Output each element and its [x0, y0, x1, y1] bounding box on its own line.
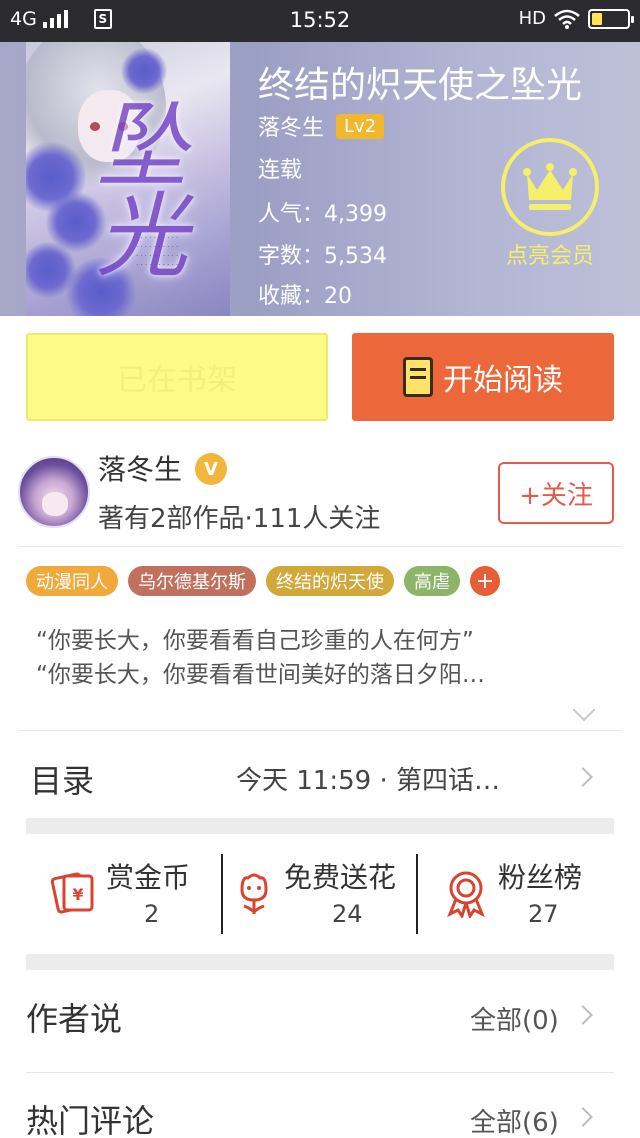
chevron-right-icon [573, 1107, 593, 1127]
divider [26, 1072, 614, 1073]
catalog-label: 目录 [30, 762, 95, 800]
summary-line: “你要长大，你要看看自己珍重的人在何方” [36, 628, 474, 654]
chevron-right-icon [573, 767, 593, 787]
book-icon [403, 357, 433, 397]
section-separator [26, 954, 614, 970]
free-flowers-button[interactable]: 免费送花 24 [224, 854, 416, 934]
verified-badge-icon: V [195, 453, 227, 485]
book-status: 连载 [258, 158, 303, 183]
book-author[interactable]: 落冬生 [258, 110, 324, 142]
author-name[interactable]: 落冬生 [98, 448, 182, 488]
fan-ranking-button[interactable]: 粉丝榜 27 [420, 854, 614, 934]
tag-item[interactable]: 高虐 [404, 566, 460, 596]
wifi-icon [554, 9, 580, 29]
status-bar: 4G S 15:52 HD [0, 0, 640, 42]
hot-comments-all-link[interactable]: 全部(6) [470, 1102, 559, 1138]
author-says-all-link[interactable]: 全部(0) [470, 1000, 559, 1037]
svg-text:¥: ¥ [72, 885, 83, 904]
hot-comments-label: 热门评论 [26, 1102, 155, 1138]
author-stats: 著有2部作品·111人关注 [98, 504, 381, 534]
author-avatar[interactable] [18, 456, 90, 528]
author-says-label: 作者说 [26, 1000, 123, 1038]
book-summary[interactable]: “你要长大，你要看看自己珍重的人在何方” “你要长大，你要看看世间美好的落日夕阳… [36, 624, 616, 692]
fan-ranking-label: 粉丝榜 [498, 861, 583, 894]
book-title: 终结的炽天使之坠光 [258, 65, 583, 106]
free-flowers-label: 免费送花 [284, 861, 397, 894]
start-reading-button[interactable]: 开始阅读 [352, 333, 614, 421]
reward-coins-value: 2 [144, 900, 160, 928]
tag-item[interactable]: 动漫同人 [26, 566, 118, 596]
tag-list: 动漫同人 乌尔德基尔斯 终结的炽天使 高虐 + [26, 566, 500, 596]
reward-coins-label: 赏金币 [106, 861, 191, 894]
book-favorites: 收藏：20 [258, 284, 353, 309]
red-envelope-icon: ¥ [50, 872, 94, 914]
book-author-row: 落冬生 Lv2 [258, 110, 385, 142]
tag-item[interactable]: 乌尔德基尔斯 [128, 566, 256, 596]
book-cover[interactable]: 坠光 · · · · · · · · · · · · · · · · · · · … [26, 42, 230, 316]
hd-indicator: HD [518, 8, 546, 29]
divider [18, 730, 622, 731]
book-popularity: 人气：4,399 [258, 202, 388, 227]
author-says-row[interactable]: 作者说 全部(0) [0, 972, 640, 1068]
flower-icon [240, 873, 268, 914]
divider [18, 546, 622, 547]
book-header: 坠光 · · · · · · · · · · · · · · · · · · · … [0, 42, 640, 316]
hot-comments-row[interactable]: 热门评论 全部(6) [0, 1080, 640, 1138]
fan-ranking-value: 27 [528, 900, 559, 928]
expand-chevron-icon[interactable] [572, 698, 596, 722]
crown-icon [501, 138, 599, 236]
catalog-row[interactable]: 目录 今天 11:59 · 第四话… [0, 732, 640, 816]
vip-label: 点亮会员 [505, 244, 594, 269]
in-bookshelf-button[interactable]: 已在书架 [26, 333, 328, 421]
free-flowers-value: 24 [332, 900, 363, 928]
cover-small-print: · · · · · · · · · · · · · · · · · · · · · … [136, 234, 179, 269]
stat-divider [221, 854, 223, 934]
more-tags-button[interactable]: + [470, 566, 500, 596]
vip-button[interactable]: 点亮会员 [498, 138, 602, 270]
chevron-right-icon [573, 1005, 593, 1025]
level-badge: Lv2 [336, 113, 385, 139]
follow-button[interactable]: +关注 [498, 462, 614, 524]
in-bookshelf-label: 已在书架 [117, 363, 237, 398]
catalog-latest-chapter: 今天 11:59 · 第四话… [236, 766, 500, 796]
medal-icon [447, 871, 485, 918]
status-right: HD [518, 8, 634, 29]
battery-icon [588, 8, 634, 29]
start-reading-label: 开始阅读 [443, 363, 563, 398]
section-separator [26, 818, 614, 834]
summary-line: “你要长大，你要看看世间美好的落日夕阳… [36, 662, 485, 688]
book-word-count: 字数：5,534 [258, 244, 388, 269]
stat-divider [416, 854, 418, 934]
reward-coins-button[interactable]: ¥ 赏金币 2 [26, 854, 222, 934]
tag-item[interactable]: 终结的炽天使 [266, 566, 394, 596]
